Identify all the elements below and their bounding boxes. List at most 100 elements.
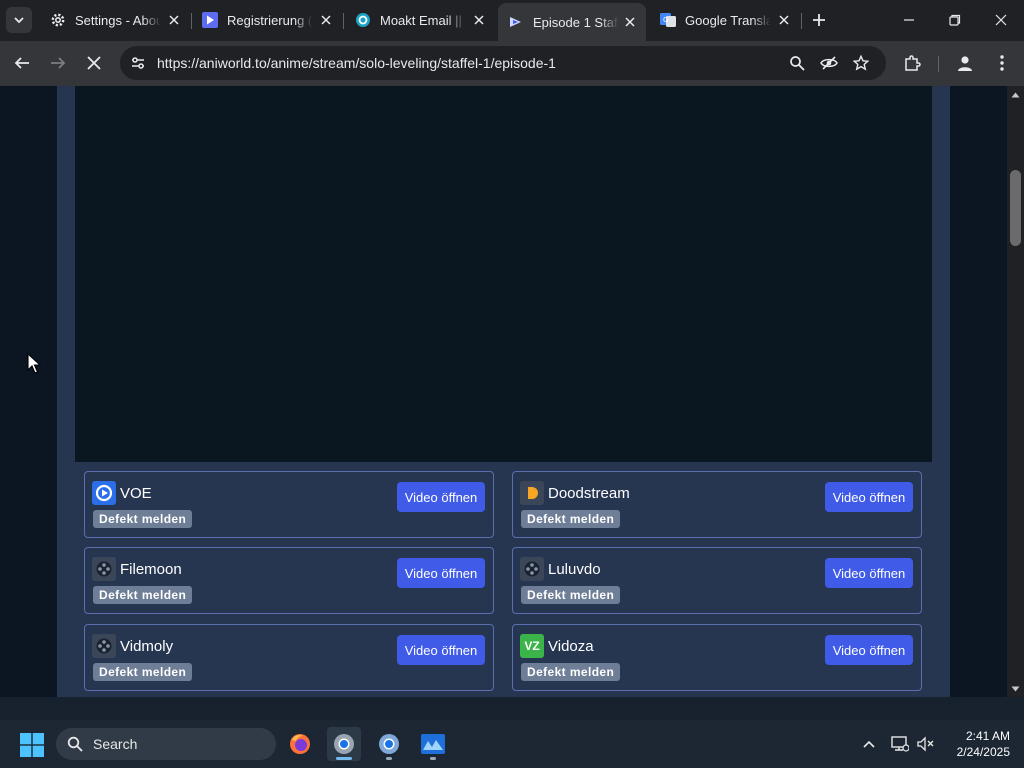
report-broken-button[interactable]: Defekt melden <box>521 510 621 528</box>
arrow-right-icon <box>51 57 66 69</box>
eye-slash-icon[interactable] <box>819 53 839 73</box>
taskbar-chrome-active[interactable] <box>327 727 361 761</box>
star-icon[interactable] <box>851 53 871 73</box>
extensions-button[interactable] <box>898 49 926 77</box>
profile-button[interactable] <box>951 49 979 77</box>
tab-separator <box>801 13 802 29</box>
hoster-vidoza: VZ Vidoza Defekt melden Video öffnen <box>512 624 922 691</box>
tab-moakt[interactable]: Moakt Email || <box>345 4 495 36</box>
close-icon[interactable] <box>471 12 487 28</box>
window-close-button[interactable] <box>978 0 1024 40</box>
avatar-icon <box>958 56 972 71</box>
video-player[interactable] <box>75 86 932 462</box>
open-video-button[interactable]: Video öffnen <box>825 482 913 512</box>
tab-title: Moakt Email || <box>380 12 462 28</box>
tab-title: Registrierung ( <box>227 12 313 28</box>
hoster-name: Doodstream <box>548 485 630 502</box>
open-video-button[interactable]: Video öffnen <box>397 635 485 665</box>
tab-title: Google Translate <box>685 12 771 28</box>
zoom-icon[interactable] <box>787 53 807 73</box>
close-icon[interactable] <box>318 12 334 28</box>
moakt-icon <box>355 12 371 28</box>
report-broken-button[interactable]: Defekt melden <box>521 663 621 681</box>
open-video-button[interactable]: Video öffnen <box>397 482 485 512</box>
scrollbar-thumb[interactable] <box>1010 170 1021 246</box>
film-reel-icon <box>520 557 544 581</box>
chrome-icon <box>334 734 354 754</box>
close-icon[interactable] <box>776 12 792 28</box>
system-clock[interactable]: 2:41 AM 2/24/2025 <box>944 728 1010 760</box>
hoster-voe: VOE Defekt melden Video öffnen <box>84 471 494 538</box>
aniworld-icon <box>508 14 524 30</box>
windows-start-icon[interactable] <box>20 733 44 757</box>
open-video-button[interactable]: Video öffnen <box>825 558 913 588</box>
active-indicator <box>336 757 352 760</box>
film-reel-icon <box>92 634 116 658</box>
taskbar-app[interactable] <box>416 727 450 761</box>
tab-episode-1[interactable]: Episode 1 Staffel <box>498 3 646 41</box>
tab-settings[interactable]: Settings - About <box>40 4 190 36</box>
hoster-name: Filemoon <box>120 561 182 578</box>
tab-separator <box>343 13 344 29</box>
minimize-icon <box>904 19 914 21</box>
open-video-button[interactable]: Video öffnen <box>825 635 913 665</box>
play-icon <box>202 12 218 28</box>
search-icon <box>66 735 84 753</box>
page-scrollbar[interactable] <box>1007 86 1024 697</box>
taskbar-firefox[interactable] <box>283 727 317 761</box>
scroll-down-icon[interactable] <box>1011 684 1020 693</box>
window-bottom-edge <box>0 697 1024 720</box>
report-broken-button[interactable]: Defekt melden <box>93 586 193 604</box>
firefox-icon <box>290 734 310 754</box>
forward-button[interactable] <box>44 49 72 77</box>
clock-date: 2/24/2025 <box>956 745 1010 759</box>
hoster-vidmoly: Vidmoly Defekt melden Video öffnen <box>84 624 494 691</box>
plus-icon <box>813 14 825 26</box>
back-button[interactable] <box>8 49 36 77</box>
hoster-luluvdo: Luluvdo Defekt melden Video öffnen <box>512 547 922 614</box>
address-bar[interactable]: https://aniworld.to/anime/stream/solo-le… <box>120 46 886 80</box>
web-page: VOE Defekt melden Video öffnen Doodstrea… <box>0 86 1007 697</box>
restore-button[interactable] <box>932 0 978 40</box>
kebab-menu-icon <box>1000 55 1004 71</box>
site-info-icon[interactable] <box>128 53 148 73</box>
tray-overflow-button[interactable] <box>858 733 880 755</box>
tab-title: Episode 1 Staffel <box>533 14 619 30</box>
network-status[interactable] <box>889 733 911 755</box>
network-icon <box>891 736 909 752</box>
voe-icon <box>92 481 116 505</box>
tab-registrierung[interactable]: Registrierung ( <box>192 4 342 36</box>
page-margin-right <box>950 86 1007 697</box>
taskbar-chrome[interactable] <box>372 727 406 761</box>
tab-search-button[interactable] <box>6 7 32 33</box>
vidoza-icon: VZ <box>520 634 544 658</box>
tab-google-translate[interactable]: G Google Translate <box>650 4 800 36</box>
film-reel-icon <box>92 557 116 581</box>
close-icon[interactable] <box>166 12 182 28</box>
open-video-button[interactable]: Video öffnen <box>397 558 485 588</box>
hoster-name: Vidoza <box>548 638 594 655</box>
arrow-left-icon <box>14 57 29 69</box>
hoster-name: VOE <box>120 485 152 502</box>
minimize-button[interactable] <box>886 0 932 40</box>
scroll-up-icon[interactable] <box>1011 90 1020 99</box>
restore-icon <box>949 14 961 26</box>
taskbar-search[interactable]: Search <box>56 728 276 760</box>
hoster-name: Vidmoly <box>120 638 174 655</box>
volume-status[interactable] <box>915 733 937 755</box>
puzzle-icon <box>905 55 921 71</box>
browser-menu-button[interactable] <box>988 49 1016 77</box>
report-broken-button[interactable]: Defekt melden <box>521 586 621 604</box>
mouse-cursor-icon <box>27 353 41 374</box>
stop-loading-button[interactable] <box>80 49 108 77</box>
report-broken-button[interactable]: Defekt melden <box>93 663 193 681</box>
report-broken-button[interactable]: Defekt melden <box>93 510 193 528</box>
tab-title: Settings - About <box>75 12 161 28</box>
new-tab-button[interactable] <box>808 9 830 31</box>
chevron-down-icon <box>14 17 24 24</box>
hoster-name: Luluvdo <box>548 561 601 578</box>
clock-time: 2:41 AM <box>965 729 1010 743</box>
speaker-muted-icon <box>917 736 934 752</box>
close-icon[interactable] <box>622 14 638 30</box>
browser-toolbar: https://aniworld.to/anime/stream/solo-le… <box>0 41 1024 86</box>
